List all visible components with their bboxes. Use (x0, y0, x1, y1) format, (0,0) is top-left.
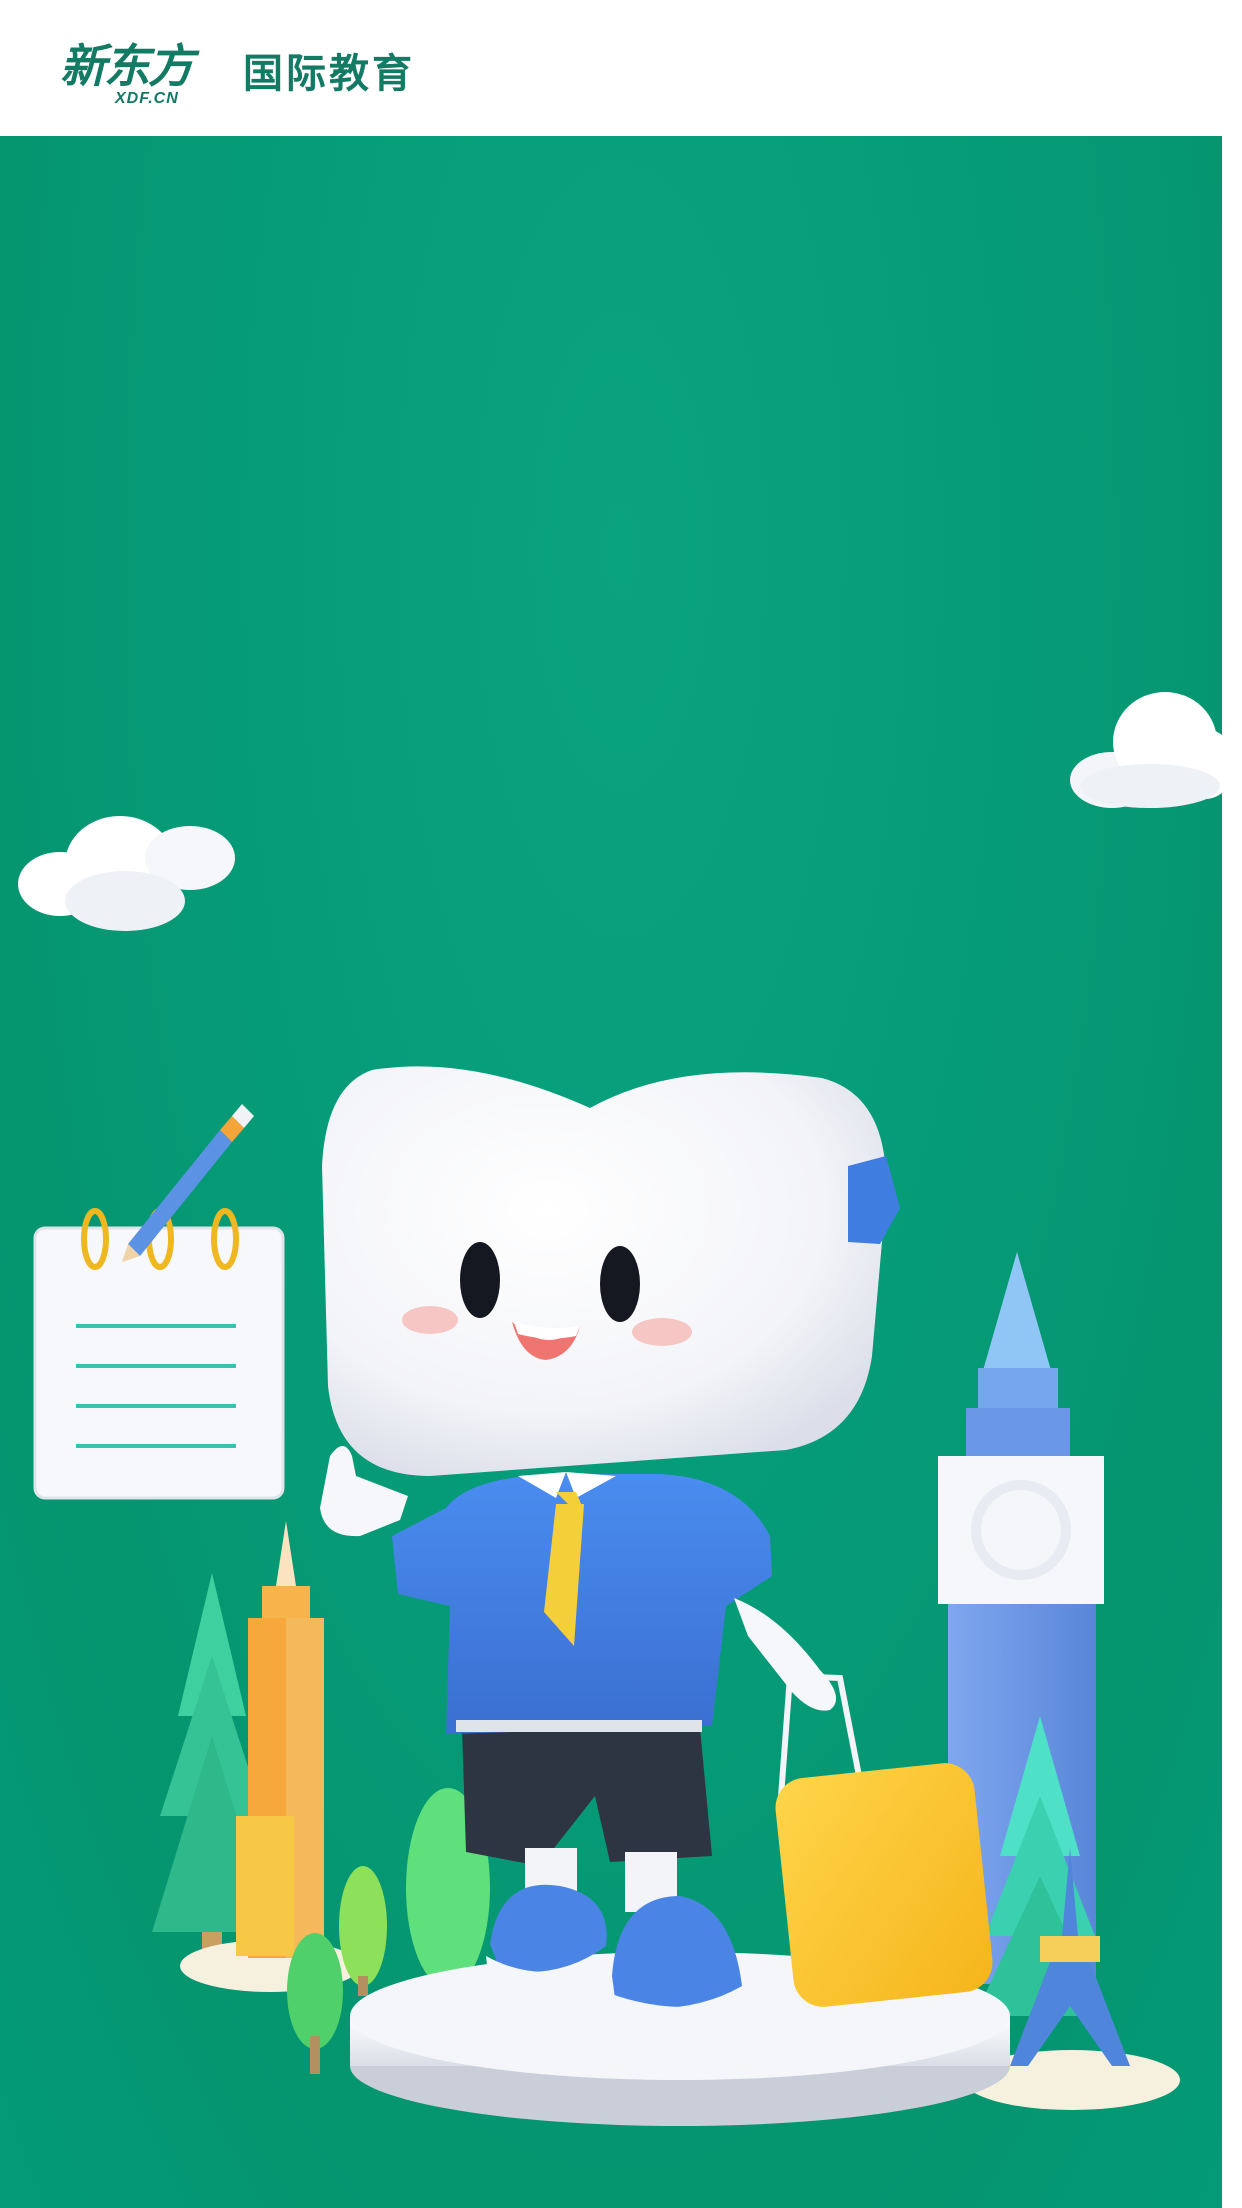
right-edge-strip (1222, 136, 1242, 2208)
top-header: 新东方 XDF.CN 国际教育 (0, 0, 1242, 136)
skyscraper-icon (236, 1521, 324, 1958)
hero-illustration (0, 136, 1242, 2208)
notepad-icon (33, 1208, 285, 1500)
cloud-icon (1070, 692, 1235, 808)
cloud-icon (18, 816, 235, 931)
division-title: 国际教育 (243, 51, 415, 97)
logo-url-text: XDF.CN (115, 90, 179, 107)
logo-chinese-text: 新东方 (60, 39, 194, 93)
illustration-canvas (18, 692, 1235, 2126)
logo-mark: 新东方 XDF.CN (60, 40, 215, 110)
brand-logo[interactable]: 新东方 XDF.CN (60, 40, 215, 110)
